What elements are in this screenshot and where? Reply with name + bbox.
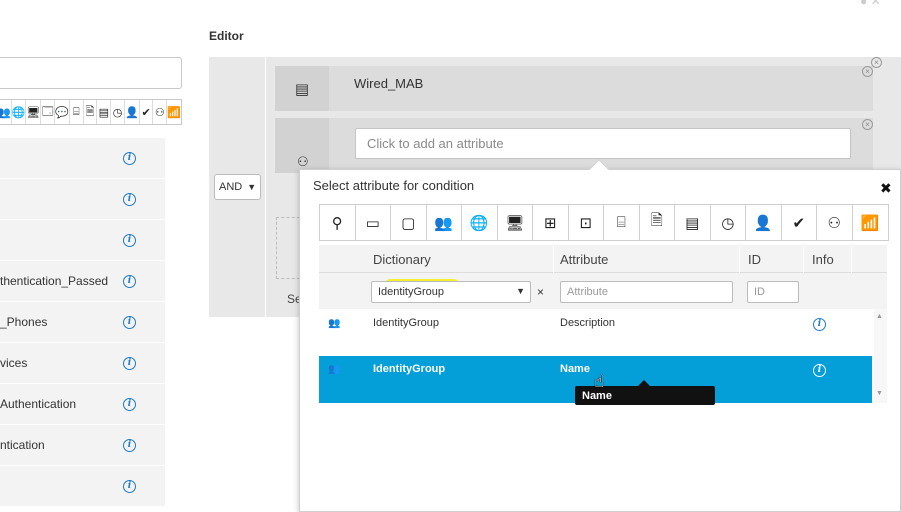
router-icon[interactable]: ⌸ xyxy=(604,205,640,240)
hand-cursor-icon: ☝ xyxy=(594,372,605,391)
info-icon[interactable]: i xyxy=(123,152,136,165)
server-icon: ▤ xyxy=(275,66,329,111)
info-icon[interactable]: i xyxy=(123,439,136,452)
row-dictionary: IdentityGroup xyxy=(373,363,446,375)
server-icon[interactable]: ▤ xyxy=(97,100,112,124)
library-search-input[interactable] xyxy=(0,57,182,89)
checkmark-circle-icon[interactable]: ✔ xyxy=(782,205,817,240)
library-list-item[interactable]: i xyxy=(0,179,165,220)
info-icon[interactable]: i xyxy=(123,316,136,329)
hierarchy-icon[interactable]: ⚇ xyxy=(817,205,853,240)
library-item-label: _Phones xyxy=(0,315,48,329)
remove-condition-2-icon[interactable]: × xyxy=(862,119,873,130)
clock-icon[interactable]: ◷ xyxy=(711,205,746,240)
hierarchy-icon: ⚇ xyxy=(297,154,309,169)
group-icon[interactable]: 👥 xyxy=(0,100,12,124)
attribute-category-tabs: ⚲ ▭ ▢ 👥 🌐 🖥 ⊞ ⊡ ⌸ 🗎 ▤ ◷ 👤 ✔ ⚇ 📶 xyxy=(319,204,889,241)
attribute-filter-input[interactable]: Attribute xyxy=(560,281,733,303)
monitor-icon[interactable]: 🖥 xyxy=(26,100,42,124)
certificate-icon[interactable]: ▭ xyxy=(356,205,391,240)
document-icon[interactable]: 🗎 xyxy=(640,205,675,240)
globe-icon[interactable]: 🌐 xyxy=(12,100,27,124)
column-id[interactable]: ID xyxy=(748,252,761,267)
scroll-down-icon[interactable]: ▼ xyxy=(876,390,883,397)
scroll-up-icon[interactable]: ▲ xyxy=(876,313,883,320)
window-controls: ● ✕ xyxy=(860,0,881,8)
operator-value: AND xyxy=(219,181,243,193)
document-icon[interactable]: 🗎 xyxy=(84,100,98,124)
router-icon[interactable]: ⌸ xyxy=(70,100,84,124)
info-icon[interactable]: i xyxy=(123,193,136,206)
info-icon[interactable]: i xyxy=(123,275,136,288)
popup-title: Select attribute for condition xyxy=(313,178,475,193)
info-icon[interactable]: i xyxy=(123,357,136,370)
user-icon[interactable]: 👤 xyxy=(125,100,140,124)
remove-block-icon[interactable]: × xyxy=(871,57,882,68)
column-dictionary[interactable]: Dictionary xyxy=(373,252,431,267)
editor-title: Editor xyxy=(209,29,244,43)
clear-filter-icon[interactable]: × xyxy=(537,285,544,299)
endpoint-icon[interactable]: 💬 xyxy=(55,100,70,124)
library-list-item[interactable]: thentication_Passed i xyxy=(0,261,165,302)
drop-zone[interactable] xyxy=(276,217,300,279)
user-icon[interactable]: 👤 xyxy=(746,205,782,240)
table-scrollbar[interactable] xyxy=(874,309,887,403)
endpoint-icon[interactable]: ⊡ xyxy=(569,205,604,240)
checkmark-circle-icon[interactable]: ✔ xyxy=(140,100,154,124)
library-condition-list: i i i thentication_Passed i _Phones i vices i Aut… xyxy=(0,138,165,507)
library-list-item[interactable]: Authentication i xyxy=(0,384,165,425)
library-item-label: ntication xyxy=(0,438,45,452)
library-list-item[interactable]: i xyxy=(0,220,165,261)
server-icon[interactable]: ▤ xyxy=(675,205,711,240)
wifi-icon[interactable]: 📶 xyxy=(167,100,181,124)
info-icon[interactable]: i xyxy=(813,364,826,377)
location-pin-icon[interactable]: ⚲ xyxy=(320,205,356,240)
library-list-item[interactable]: ntication i xyxy=(0,425,165,466)
dictionary-filter-select[interactable]: IdentityGroup ▼ xyxy=(371,281,531,303)
monitor-icon[interactable]: 🖥 xyxy=(498,205,533,240)
info-icon[interactable]: i xyxy=(123,234,136,247)
info-icon[interactable]: i xyxy=(123,480,136,493)
close-icon[interactable]: ✖ xyxy=(880,180,892,197)
condition-1-label: Wired_MAB xyxy=(354,76,424,91)
library-item-label: vices xyxy=(0,356,28,370)
add-attribute-input[interactable]: Click to add an attribute xyxy=(355,128,851,159)
operator-select[interactable]: AND ▼ xyxy=(214,174,261,200)
group-icon: 👥 xyxy=(328,318,341,329)
chevron-down-icon: ▼ xyxy=(247,182,257,192)
column-info[interactable]: Info xyxy=(812,252,834,267)
windows-monitor-icon[interactable]: ⊞ xyxy=(533,205,569,240)
library-list-item[interactable]: vices i xyxy=(0,343,165,384)
row-attribute: Name xyxy=(560,363,590,375)
group-icon[interactable]: 👥 xyxy=(427,205,462,240)
library-item-label: Authentication xyxy=(0,397,77,411)
library-list-item[interactable]: i xyxy=(0,466,165,507)
column-attribute[interactable]: Attribute xyxy=(560,252,608,267)
row-dictionary: IdentityGroup xyxy=(373,317,440,329)
windows-monitor-icon[interactable]: 🗔 xyxy=(41,100,56,124)
globe-icon[interactable]: 🌐 xyxy=(462,205,498,240)
group-icon: 👥 xyxy=(328,364,341,375)
library-icon-filter: 📍🪪▢👥🌐🖥🗔💬⌸🗎▤◷👤✔⚇📶 xyxy=(0,99,182,125)
library-list-item[interactable]: _Phones i xyxy=(0,302,165,343)
square-icon[interactable]: ▢ xyxy=(391,205,427,240)
table-header: Dictionary Attribute ID Info xyxy=(319,245,887,273)
wifi-icon[interactable]: 📶 xyxy=(853,205,889,240)
library-item-label: thentication_Passed xyxy=(0,274,109,288)
info-icon[interactable]: i xyxy=(813,318,826,331)
dictionary-filter-value: IdentityGroup xyxy=(378,286,445,298)
table-row[interactable]: 👥 IdentityGroup Description i xyxy=(319,309,872,356)
remove-condition-1-icon[interactable]: × xyxy=(862,66,873,77)
hierarchy-icon[interactable]: ⚇ xyxy=(153,100,168,124)
row-attribute: Description xyxy=(560,317,616,329)
clock-icon[interactable]: ◷ xyxy=(111,100,125,124)
library-list-item[interactable]: i xyxy=(0,138,165,179)
id-filter-input[interactable]: ID xyxy=(747,281,799,303)
info-icon[interactable]: i xyxy=(123,398,136,411)
chevron-down-icon: ▼ xyxy=(516,286,525,296)
